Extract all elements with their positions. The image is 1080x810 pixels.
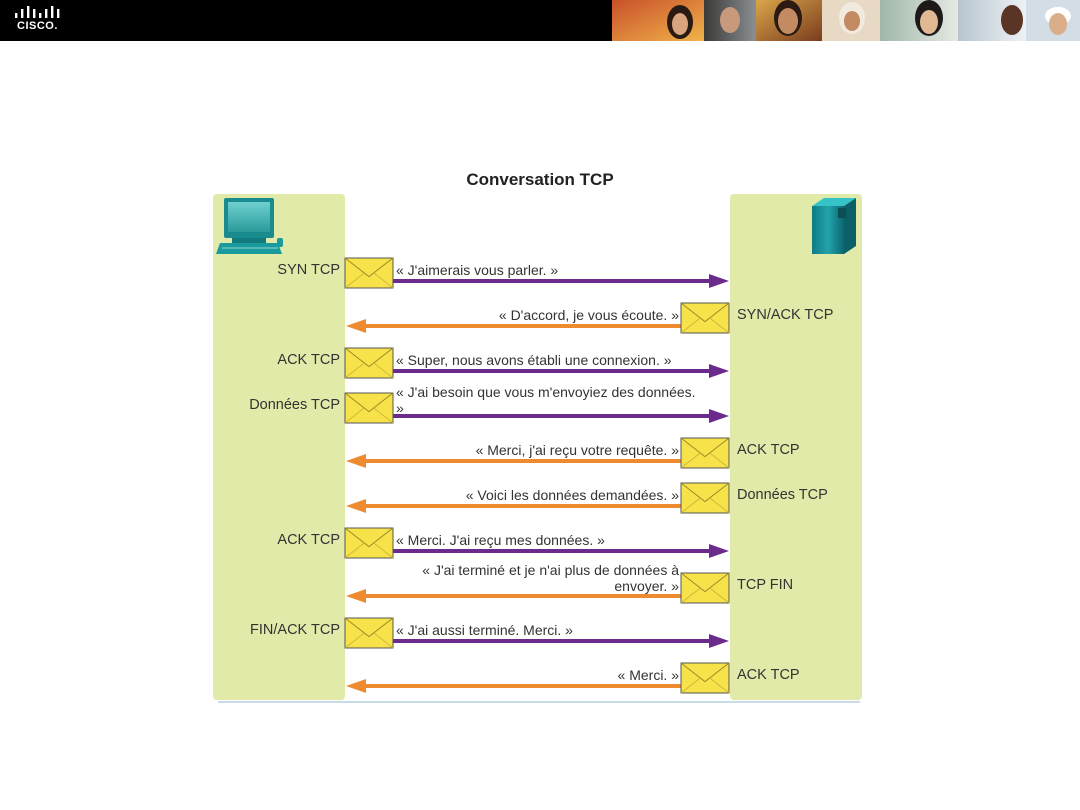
message-text: « J'ai aussi terminé. Merci. » xyxy=(396,622,573,638)
arrow-head xyxy=(346,589,366,603)
message-text: « Voici les données demandées. » xyxy=(465,487,679,503)
envelope-icon xyxy=(344,617,394,649)
arrow-head xyxy=(346,319,366,333)
segment-type-label: SYN/ACK TCP xyxy=(737,307,834,323)
arrow-head xyxy=(709,274,729,288)
segment-type-label: FIN/ACK TCP xyxy=(250,622,340,638)
envelope-icon xyxy=(680,437,730,469)
segment-type-label: ACK TCP xyxy=(737,442,800,458)
envelope-icon xyxy=(680,302,730,334)
envelope-icon xyxy=(680,662,730,694)
arrow-head xyxy=(709,544,729,558)
segment-type-label: ACK TCP xyxy=(277,532,340,548)
message-text: « Merci, j'ai reçu votre requête. » xyxy=(475,442,679,458)
message-text: « J'ai besoin que vous m'envoyiez des do… xyxy=(396,384,696,416)
tcp-conversation-diagram: SYN TCP « J'aimerais vous parler. » SYN/AC… xyxy=(0,0,1080,810)
arrow-head xyxy=(709,634,729,648)
segment-type-label: ACK TCP xyxy=(277,352,340,368)
segment-type-label: Données TCP xyxy=(249,397,340,413)
arrow-head xyxy=(346,679,366,693)
arrow-head xyxy=(709,409,729,423)
envelope-icon xyxy=(680,572,730,604)
arrow-head xyxy=(346,499,366,513)
message-text: « D'accord, je vous écoute. » xyxy=(498,307,679,323)
segment-type-label: TCP FIN xyxy=(737,577,794,593)
message-text: « J'ai terminé et je n'ai plus de donnée… xyxy=(422,562,679,594)
envelope-icon xyxy=(680,482,730,514)
message-text: « Merci. J'ai reçu mes données. » xyxy=(396,532,605,548)
segment-type-label: ACK TCP xyxy=(737,667,800,683)
arrow-head xyxy=(709,364,729,378)
message-text: « Merci. » xyxy=(617,667,679,683)
segment-type-label: Données TCP xyxy=(737,487,828,503)
message-text: « J'aimerais vous parler. » xyxy=(396,262,559,278)
arrow-head xyxy=(346,454,366,468)
envelope-icon xyxy=(344,257,394,289)
envelope-icon xyxy=(344,527,394,559)
message-text: « Super, nous avons établi une connexion… xyxy=(396,352,672,368)
envelope-icon xyxy=(344,392,394,424)
envelope-icon xyxy=(344,347,394,379)
segment-type-label: SYN TCP xyxy=(277,262,340,278)
